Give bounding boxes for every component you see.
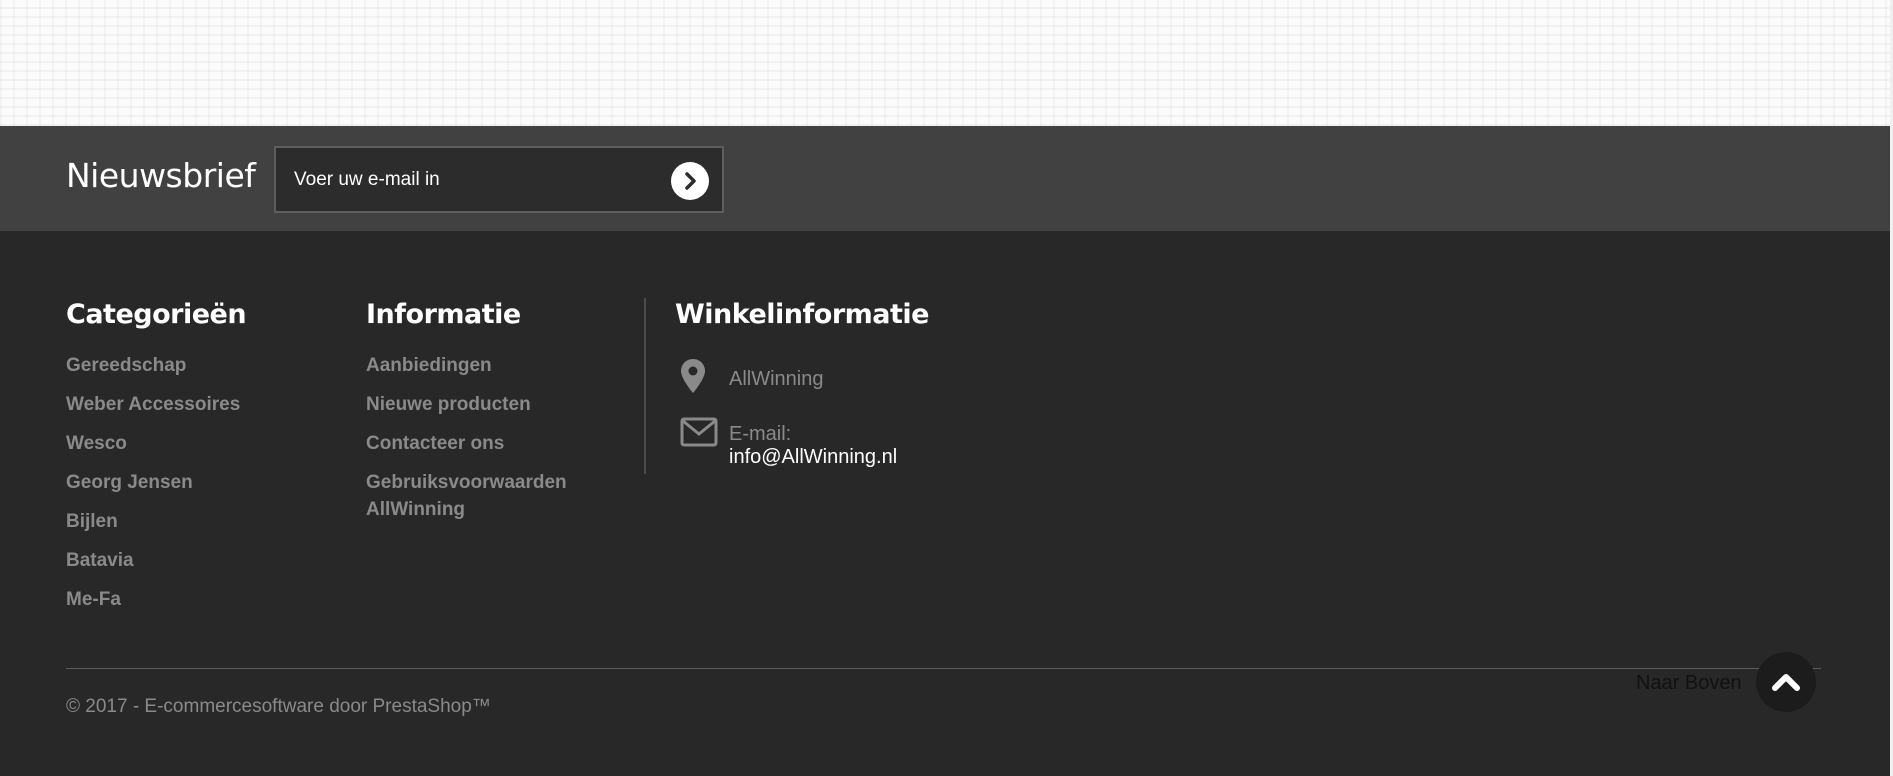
email-label: E-mail: bbox=[729, 423, 792, 445]
category-link-me-fa[interactable]: Me-Fa bbox=[66, 586, 246, 613]
email-link[interactable]: info@AllWinning.nl bbox=[729, 446, 897, 468]
chevron-right-icon bbox=[685, 172, 696, 190]
list-item: Gereedschap bbox=[66, 352, 246, 379]
category-link-gereedschap[interactable]: Gereedschap bbox=[66, 352, 246, 379]
map-marker-icon bbox=[681, 359, 705, 393]
chevron-up-icon bbox=[1772, 674, 1800, 691]
back-to-top-label[interactable]: Naar Boven bbox=[1636, 672, 1742, 695]
category-link-weber-accessoires[interactable]: Weber Accessoires bbox=[66, 391, 246, 418]
information-title: Informatie bbox=[366, 299, 521, 330]
back-to-top-button[interactable] bbox=[1756, 652, 1816, 712]
newsletter-email-input[interactable] bbox=[294, 168, 654, 192]
page-background-pattern bbox=[0, 0, 1893, 126]
store-email-row: E-mail: info@AllWinning.nl bbox=[675, 407, 929, 468]
footer-store-info: Winkelinformatie AllWinning E-mail: info… bbox=[675, 298, 929, 468]
column-divider bbox=[644, 298, 646, 474]
list-item: Aanbiedingen bbox=[366, 352, 606, 379]
copyright-text: © 2017 - E-commercesoftware door PrestaS… bbox=[66, 696, 491, 717]
info-link-aanbiedingen[interactable]: Aanbiedingen bbox=[366, 352, 606, 379]
store-email: E-mail: info@AllWinning.nl bbox=[729, 423, 929, 469]
list-item: Bijlen bbox=[66, 508, 246, 535]
list-item: Wesco bbox=[66, 430, 246, 457]
newsletter-form bbox=[274, 146, 724, 213]
info-link-gebruiksvoorwaarden[interactable]: Gebruiksvoorwaarden AllWinning bbox=[366, 469, 606, 523]
categories-list: Gereedschap Weber Accessoires Wesco Geor… bbox=[66, 352, 246, 613]
list-item: Weber Accessoires bbox=[66, 391, 246, 418]
newsletter-bar: Nieuwsbrief bbox=[0, 126, 1890, 231]
list-item: Gebruiksvoorwaarden AllWinning bbox=[366, 469, 606, 523]
info-link-contacteer-ons[interactable]: Contacteer ons bbox=[366, 430, 606, 457]
envelope-icon bbox=[680, 417, 718, 447]
list-item: Georg Jensen bbox=[66, 469, 246, 496]
store-info-title: Winkelinformatie bbox=[675, 299, 929, 330]
footer-divider bbox=[66, 668, 1821, 669]
info-link-nieuwe-producten[interactable]: Nieuwe producten bbox=[366, 391, 606, 418]
list-item: Batavia bbox=[66, 547, 246, 574]
category-link-batavia[interactable]: Batavia bbox=[66, 547, 246, 574]
footer-categories: Categorieën Gereedschap Weber Accessoire… bbox=[66, 298, 247, 625]
information-list: Aanbiedingen Nieuwe producten Contacteer… bbox=[366, 352, 606, 523]
categories-title: Categorieën bbox=[66, 299, 247, 330]
list-item: Nieuwe producten bbox=[366, 391, 606, 418]
store-name: AllWinning bbox=[729, 368, 824, 390]
category-link-wesco[interactable]: Wesco bbox=[66, 430, 246, 457]
newsletter-submit-button[interactable] bbox=[671, 162, 709, 200]
footer-information: Informatie Aanbiedingen Nieuwe producten… bbox=[366, 298, 606, 535]
category-link-georg-jensen[interactable]: Georg Jensen bbox=[66, 469, 246, 496]
store-address-row: AllWinning bbox=[675, 352, 929, 407]
newsletter-title: Nieuwsbrief bbox=[66, 156, 256, 195]
list-item: Contacteer ons bbox=[366, 430, 606, 457]
category-link-bijlen[interactable]: Bijlen bbox=[66, 508, 246, 535]
list-item: Me-Fa bbox=[66, 586, 246, 613]
